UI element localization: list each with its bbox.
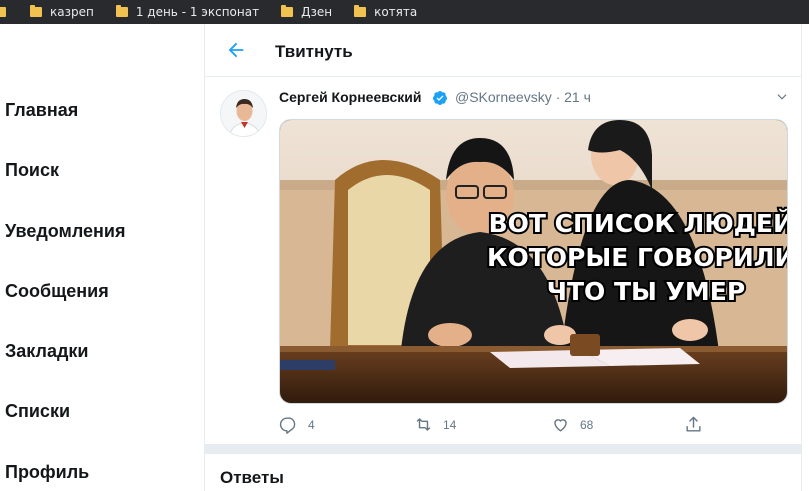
main-column: Твитнуть Сергей Корнеевский @SKorneevsky…	[204, 24, 802, 491]
section-divider	[205, 444, 801, 454]
nav-item-lists[interactable]: Списки	[5, 401, 70, 422]
page-title: Твитнуть	[275, 42, 353, 61]
bookmark-label: 1 день - 1 экспонат	[135, 5, 260, 19]
tweet-actions: 4 14 68	[279, 415, 788, 439]
like-count: 68	[580, 417, 594, 432]
handle-and-time[interactable]: @SKorneevsky · 21 ч	[455, 89, 591, 105]
nav-item-home[interactable]: Главная	[5, 100, 78, 121]
bookmark-label: казреп	[50, 5, 94, 19]
like-button[interactable]: 68	[551, 415, 593, 434]
bookmark-label: Дзен	[301, 5, 333, 19]
page-header: Твитнуть	[205, 24, 801, 77]
nav-item-bookmarks[interactable]: Закладки	[5, 341, 88, 362]
sidebar-nav: Главная Поиск Уведомления Сообщения Закл…	[0, 24, 204, 491]
bookmark-folder-dzen[interactable]: Дзен	[281, 0, 332, 24]
reply-count: 4	[308, 417, 315, 432]
folder-icon	[281, 5, 294, 17]
nav-item-messages[interactable]: Сообщения	[5, 281, 109, 302]
nav-item-profile[interactable]: Профиль	[5, 462, 89, 483]
folder-icon	[0, 7, 6, 17]
replies-heading: Ответы	[220, 468, 284, 487]
folder-icon	[115, 5, 128, 17]
bookmarks-bar: казреп 1 день - 1 экспонат Дзен котята	[0, 0, 809, 24]
tweet-image[interactable]: ВОТ СПИСОК ЛЮДЕЙ, КОТОРЫЕ ГОВОРИЛИ, ЧТО …	[279, 119, 788, 404]
retweet-count: 14	[443, 417, 457, 432]
nav-item-notifications[interactable]: Уведомления	[5, 221, 126, 242]
meme-caption-line: ЧТО ТЫ УМЕР	[547, 277, 745, 306]
reply-button[interactable]: 4	[279, 415, 315, 434]
like-icon	[554, 419, 567, 432]
bookmark-folder-kazrep[interactable]: казреп	[30, 0, 94, 24]
meme-caption-line: ВОТ СПИСОК ЛЮДЕЙ,	[489, 209, 788, 238]
meme-photo: ВОТ СПИСОК ЛЮДЕЙ, КОТОРЫЕ ГОВОРИЛИ, ЧТО …	[280, 120, 788, 403]
nav-item-search[interactable]: Поиск	[5, 160, 59, 181]
verified-icon	[433, 91, 447, 105]
folder-icon	[30, 5, 42, 17]
avatar[interactable]	[220, 90, 267, 137]
meme-caption-line: КОТОРЫЕ ГОВОРИЛИ,	[487, 243, 788, 272]
share-button[interactable]	[684, 415, 703, 434]
author-name[interactable]: Сергей Корнеевский	[279, 89, 422, 105]
retweet-icon	[416, 418, 431, 431]
folder-icon	[354, 5, 367, 17]
share-icon	[686, 416, 701, 432]
retweet-button[interactable]: 14	[414, 415, 456, 434]
bookmark-folder-exponat[interactable]: 1 день - 1 экспонат	[115, 0, 260, 24]
chevron-down-icon[interactable]	[775, 90, 789, 104]
bookmark-folder-partial[interactable]	[0, 0, 14, 24]
bookmark-folder-kotyata[interactable]: котята	[354, 0, 417, 24]
bookmark-label: котята	[374, 5, 418, 19]
back-arrow-icon[interactable]	[225, 39, 247, 61]
reply-icon	[279, 417, 296, 434]
